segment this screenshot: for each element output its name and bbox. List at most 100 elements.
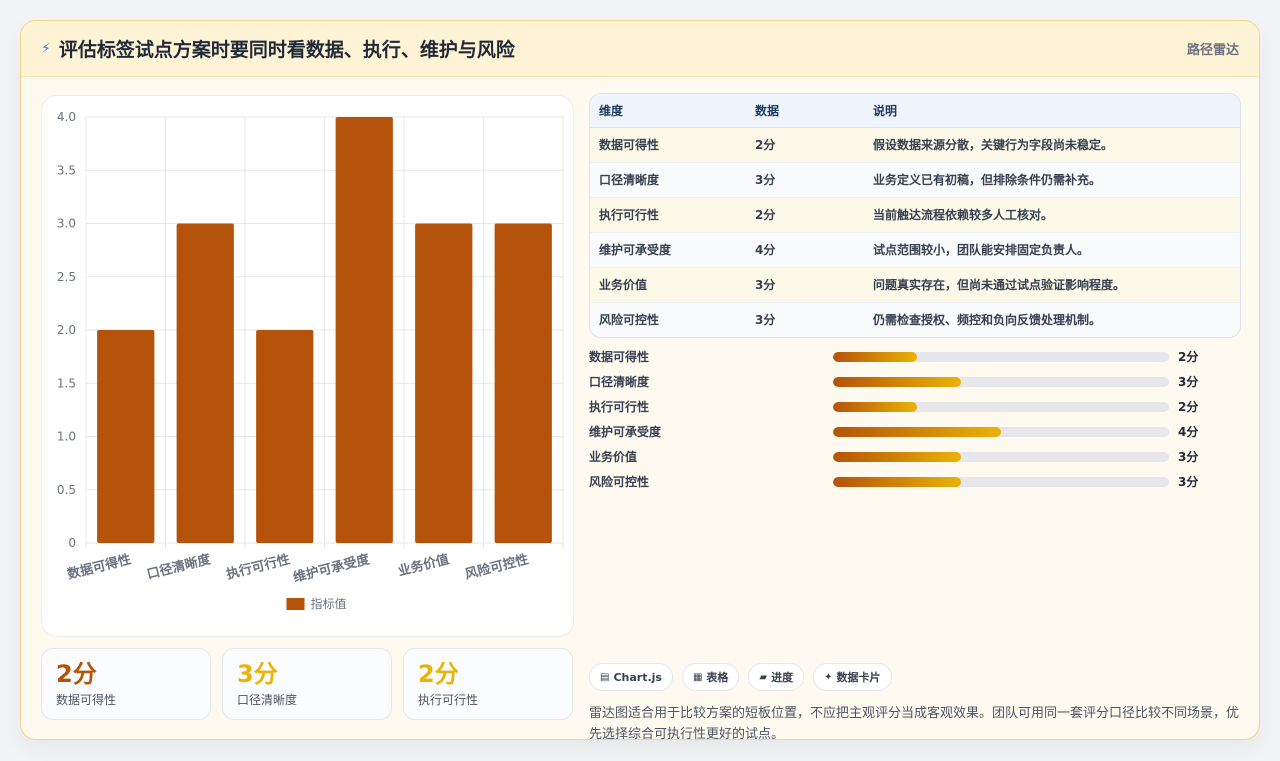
progress-value: 2分 xyxy=(1178,350,1199,364)
table-cell: 2分 xyxy=(746,127,864,163)
chip-label: 数据卡片 xyxy=(836,671,881,684)
table-cell: 2分 xyxy=(746,197,864,233)
chip-data-cards[interactable]: ✦ 数据卡片 xyxy=(813,663,892,691)
progress-icon: ▰ xyxy=(759,671,768,683)
table-row: 执行可行性 2分 当前触达流程依赖较多人工核对。 xyxy=(590,197,1240,233)
table-header: 数据 xyxy=(746,94,864,128)
table-cell: 问题真实存在，但尚未通过试点验证影响程度。 xyxy=(864,267,1240,303)
page-title: ⚡ 评估标签试点方案时要同时看数据、执行、维护与风险 xyxy=(41,35,515,62)
table-cell: 3分 xyxy=(746,162,864,198)
progress-track xyxy=(833,426,1169,437)
bar xyxy=(415,223,473,543)
table-cell: 执行可行性 xyxy=(590,197,746,233)
progress-fill xyxy=(833,426,1001,437)
kpi-card: 2分 执行可行性 xyxy=(403,648,573,720)
table-header: 维度 xyxy=(590,94,746,128)
kpi-value: 3分 xyxy=(237,660,278,688)
progress-row: 业务价值 3分 xyxy=(589,444,1241,469)
progress-fill xyxy=(833,476,961,487)
table-cell: 仍需检查授权、频控和负向反馈处理机制。 xyxy=(864,302,1240,337)
progress-track xyxy=(833,351,1169,362)
bar xyxy=(494,223,552,543)
progress-value: 3分 xyxy=(1178,375,1199,389)
page-title-text: 评估标签试点方案时要同时看数据、执行、维护与风险 xyxy=(58,39,515,61)
x-tick-label: 风险可控性 xyxy=(463,551,530,582)
y-tick-label: 2.0 xyxy=(57,323,76,337)
right-column: 维度 数据 说明 数据可得性 2分 假设数据来源分散，关键行为字段尚未稳定。 口… xyxy=(589,93,1241,739)
chip-progress[interactable]: ▰ 进度 xyxy=(748,663,805,691)
table-row: 维护可承受度 4分 试点范围较小，团队能安排固定负责人。 xyxy=(590,232,1240,268)
table-header: 说明 xyxy=(864,94,1240,128)
progress-fill xyxy=(833,376,961,387)
y-tick-label: 1.5 xyxy=(57,376,76,390)
progress-track xyxy=(833,451,1169,462)
table-cell: 3分 xyxy=(746,302,864,337)
table-row: 风险可控性 3分 仍需检查授权、频控和负向反馈处理机制。 xyxy=(590,302,1240,337)
bar xyxy=(97,330,155,543)
x-tick-label: 业务价值 xyxy=(396,551,450,579)
bar xyxy=(176,223,234,543)
y-tick-label: 0.5 xyxy=(57,483,76,497)
progress-label: 维护可承受度 xyxy=(589,425,662,439)
chip-label: 进度 xyxy=(771,671,794,684)
kpi-card: 3分 口径清晰度 xyxy=(222,648,392,720)
kpi-card: 2分 数据可得性 xyxy=(41,648,211,720)
header: ⚡ 评估标签试点方案时要同时看数据、执行、维护与风险 路径雷达 xyxy=(21,21,1259,77)
chart-icon: ▤ xyxy=(600,671,610,683)
bar xyxy=(256,330,314,543)
table-row: 数据可得性 2分 假设数据来源分散，关键行为字段尚未稳定。 xyxy=(590,127,1240,163)
bar-chart-svg: 0 0.5 1.0 1.5 2.0 2.5 3.0 3.5 4.0 数据可得性 口径清晰度 执行可行性… xyxy=(57,110,564,611)
main-card: ⚡ 评估标签试点方案时要同时看数据、执行、维护与风险 路径雷达 0 0.5 1.0 1… xyxy=(20,20,1260,740)
summary-note: 雷达图适合用于比较方案的短板位置，不应把主观评分当成客观效果。团队可用同一套评分… xyxy=(589,706,1240,740)
route-radar-tag[interactable]: 路径雷达 xyxy=(1187,39,1239,58)
progress-row: 口径清晰度 3分 xyxy=(589,369,1241,394)
kpi-value: 2分 xyxy=(56,660,97,688)
kpi-label: 数据可得性 xyxy=(56,693,117,707)
y-tick-label: 0 xyxy=(68,536,76,550)
kpi-label: 执行可行性 xyxy=(418,693,479,707)
progress-value: 3分 xyxy=(1178,475,1199,489)
left-column: 0 0.5 1.0 1.5 2.0 2.5 3.0 3.5 4.0 数据可得性 口径清晰度 执行可行性… xyxy=(41,95,574,720)
kpi-cards: 2分 数据可得性 3分 口径清晰度 2分 执行可行性 xyxy=(41,648,574,720)
chip-chartjs[interactable]: ▤ Chart.js xyxy=(589,663,673,691)
progress-label: 数据可得性 xyxy=(589,350,650,364)
table-row: 口径清晰度 3分 业务定义已有初稿，但排除条件仍需补充。 xyxy=(590,162,1240,198)
y-tick-label: 4.0 xyxy=(57,110,76,124)
score-table: 维度 数据 说明 数据可得性 2分 假设数据来源分散，关键行为字段尚未稳定。 口… xyxy=(589,93,1241,338)
progress-track xyxy=(833,476,1169,487)
table-cell: 风险可控性 xyxy=(590,302,746,337)
table-cell: 4分 xyxy=(746,232,864,268)
table-cell: 试点范围较小，团队能安排固定负责人。 xyxy=(864,232,1240,268)
progress-fill xyxy=(833,401,917,412)
progress-row: 风险可控性 3分 xyxy=(589,469,1241,494)
x-tick-label: 数据可得性 xyxy=(66,551,133,582)
progress-value: 4分 xyxy=(1178,425,1199,439)
bolt-icon: ⚡ xyxy=(41,40,51,57)
table-row: 业务价值 3分 问题真实存在，但尚未通过试点验证影响程度。 xyxy=(590,267,1240,303)
kpi-value: 2分 xyxy=(418,660,459,688)
progress-label: 口径清晰度 xyxy=(589,375,650,389)
chip-table[interactable]: ▦ 表格 xyxy=(681,663,740,691)
table-cell: 口径清晰度 xyxy=(590,162,746,198)
table-icon: ▦ xyxy=(692,671,703,683)
progress-label: 业务价值 xyxy=(589,450,638,464)
y-tick-label: 3.5 xyxy=(57,163,76,177)
progress-row: 数据可得性 2分 xyxy=(589,344,1241,369)
x-tick-label: 口径清晰度 xyxy=(145,551,213,582)
progress-track xyxy=(833,376,1169,387)
bar xyxy=(335,117,393,543)
y-tick-label: 2.5 xyxy=(57,270,76,284)
chip-label: Chart.js xyxy=(613,670,662,684)
table-cell: 3分 xyxy=(746,267,864,303)
view-chips: ▤ Chart.js ▦ 表格 ▰ 进度 ✦ 数据卡片 xyxy=(589,663,892,691)
legend-swatch xyxy=(286,598,305,610)
legend-label: 指标值 xyxy=(311,596,347,611)
progress-row: 维护可承受度 4分 xyxy=(589,419,1241,444)
y-tick-label: 1.0 xyxy=(57,430,76,444)
table-cell: 假设数据来源分散，关键行为字段尚未稳定。 xyxy=(864,127,1240,163)
y-tick-label: 3.0 xyxy=(57,217,76,231)
table-cell: 当前触达流程依赖较多人工核对。 xyxy=(864,197,1240,233)
progress-list: 数据可得性 2分 口径清晰度 3分 执行可行性 2分 维护可承受度 4分 业务价… xyxy=(589,344,1241,494)
table-cell: 维护可承受度 xyxy=(590,232,746,268)
progress-label: 执行可行性 xyxy=(589,400,650,414)
